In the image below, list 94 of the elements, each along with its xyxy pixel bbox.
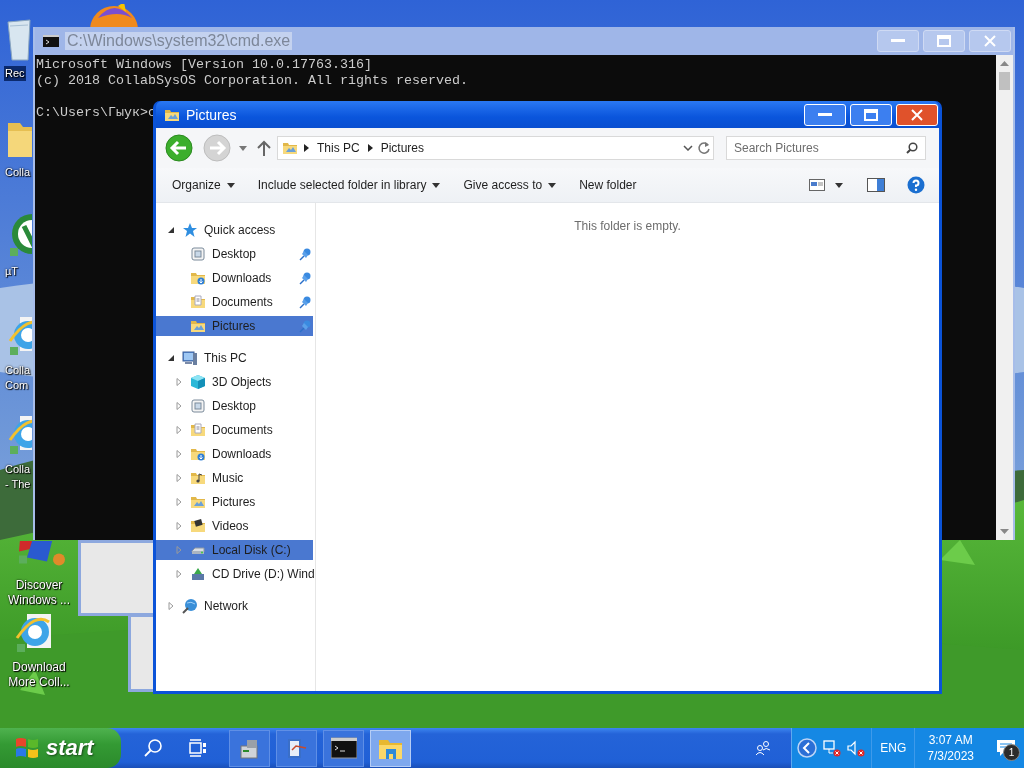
- view-icon[interactable]: [809, 179, 825, 191]
- minimize-icon: [891, 39, 905, 43]
- console-text: Microsoft Windows [Version 10.0.17763.316]: [36, 57, 373, 73]
- pin-icon[interactable]: [298, 295, 312, 309]
- breadcrumb[interactable]: This PC: [315, 141, 362, 155]
- taskbar-button[interactable]: [323, 729, 364, 767]
- folder-icon: [190, 422, 206, 438]
- back-button[interactable]: [165, 134, 193, 162]
- icon-label: Discover Windows ...: [7, 578, 71, 608]
- command-button[interactable]: Organize: [167, 174, 240, 196]
- volume-icon[interactable]: [847, 739, 866, 757]
- folder-icon: [282, 140, 298, 156]
- folder-icon: [190, 294, 206, 310]
- search-icon: [143, 738, 163, 758]
- task-view-icon: [189, 739, 207, 757]
- help-icon[interactable]: [907, 176, 925, 194]
- task-view-button[interactable]: [189, 739, 207, 757]
- notification-badge: 1: [1003, 744, 1020, 761]
- maximize-icon: [937, 35, 951, 47]
- icon-label: Rec: [4, 66, 26, 81]
- tree-item[interactable]: Local Disk (C:): [156, 540, 313, 560]
- tree-item[interactable]: 3D Objects: [156, 370, 313, 394]
- console-prompt: C:\Users\Гыук>c: [36, 105, 154, 121]
- tree-item[interactable]: Pictures: [156, 316, 313, 336]
- command-button[interactable]: Give access to: [458, 174, 562, 196]
- tree-item[interactable]: Desktop: [156, 394, 313, 418]
- clock-time: 3:07 AM: [928, 733, 973, 747]
- folder-icon: [190, 318, 206, 334]
- preview-pane-icon[interactable]: [867, 178, 885, 192]
- refresh-icon[interactable]: [697, 141, 711, 155]
- start-button[interactable]: start: [0, 728, 121, 768]
- tree-item[interactable]: Videos: [156, 514, 313, 538]
- people-icon[interactable]: [755, 740, 772, 756]
- chevron-icon: [304, 144, 309, 152]
- icon-label: Colla - The: [4, 462, 32, 492]
- close-icon: [911, 108, 923, 121]
- folder-icon: [190, 494, 206, 510]
- window-title: Pictures: [186, 106, 237, 123]
- dropdown-icon[interactable]: [683, 145, 693, 151]
- terminal-icon: [330, 736, 357, 760]
- empty-folder-message: This folder is empty.: [574, 219, 681, 235]
- desktop-icon: [190, 398, 206, 414]
- tree-item[interactable]: Documents: [156, 418, 313, 442]
- command-button[interactable]: Include selected folder in library: [252, 174, 446, 196]
- caret-icon: [239, 145, 247, 151]
- tree-item[interactable]: Documents: [156, 290, 313, 314]
- tree-item[interactable]: Pictures: [156, 490, 313, 514]
- tree-item[interactable]: This PC: [156, 346, 313, 370]
- network-icon: [182, 598, 198, 614]
- up-arrow-icon: [257, 140, 271, 156]
- command-button[interactable]: New folder: [574, 174, 642, 196]
- windows-flag-icon: [14, 736, 40, 760]
- cube-icon: [190, 374, 206, 390]
- pin-icon[interactable]: [298, 247, 312, 261]
- chevron-icon: [367, 144, 373, 152]
- breadcrumb[interactable]: Pictures: [378, 141, 427, 155]
- tree-item[interactable]: Downloads: [156, 442, 313, 466]
- recent-locations-button[interactable]: [239, 145, 247, 151]
- tree-item[interactable]: Network: [156, 594, 313, 618]
- icon-label: Download More Coll...: [7, 660, 71, 690]
- chevron-button-icon[interactable]: [797, 738, 818, 758]
- search-button[interactable]: [143, 738, 163, 758]
- folder-icon: [190, 470, 206, 486]
- tree-item[interactable]: Downloads: [156, 266, 313, 290]
- desktop-icon: [190, 246, 206, 262]
- clock-date: 7/3/2023: [927, 749, 974, 763]
- icon-label: Colla: [4, 165, 32, 180]
- icon-label: Colla Com: [4, 363, 32, 393]
- folder-icon: [190, 446, 206, 462]
- search-icon: [906, 142, 918, 154]
- minimize-icon: [818, 112, 832, 117]
- window-title: C:\Windows\system32\cmd.exe: [65, 32, 293, 50]
- computer-icon: [182, 350, 198, 366]
- tree-item[interactable]: Quick access: [156, 218, 313, 242]
- network-icon[interactable]: [823, 739, 842, 757]
- folder-icon: [190, 270, 206, 286]
- pin-icon[interactable]: [298, 271, 312, 285]
- tree-item[interactable]: Desktop: [156, 242, 313, 266]
- disc-drive-icon: [190, 566, 206, 582]
- tree-item[interactable]: Music: [156, 466, 313, 490]
- address-bar[interactable]: This PC Pictures: [277, 136, 714, 160]
- search-field[interactable]: Search Pictures: [726, 136, 926, 160]
- up-button[interactable]: [257, 140, 271, 156]
- folder-icon: [190, 518, 206, 534]
- maximize-icon: [864, 108, 878, 121]
- icon-label: µT: [4, 264, 20, 279]
- language-indicator[interactable]: ENG: [871, 728, 916, 768]
- tree-item[interactable]: CD Drive (D:) Wind: [156, 562, 313, 586]
- close-icon: [984, 35, 996, 47]
- clock[interactable]: 3:07 AM 7/3/2023: [915, 733, 986, 763]
- caret-icon[interactable]: [835, 182, 843, 188]
- star-icon: [182, 222, 198, 238]
- console-text: (c) 2018 CollabSysOS Corporation. All rights reserved.: [36, 73, 469, 89]
- console-icon: [43, 35, 59, 47]
